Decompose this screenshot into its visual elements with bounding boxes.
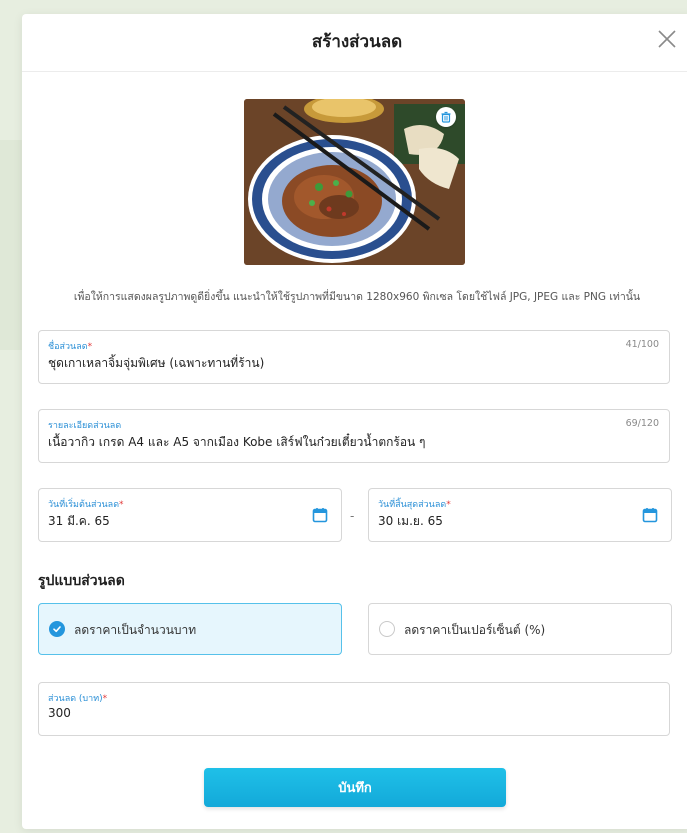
required-mark: * [87,342,93,352]
modal-title: สร้างส่วนลด [311,32,403,52]
discount-name-value[interactable]: ชุดเกาเหลาจิ้มจุ่มพิเศษ (เฉพาะทานที่ร้าน… [48,354,264,373]
create-discount-modal: สร้างส่วนลด เพื่อให้การแสดงผลรูปภาพดูดีย… [22,14,687,829]
food-photo [244,99,465,265]
calendar-icon[interactable] [642,507,658,523]
trash-icon [441,111,451,123]
discount-name-label: ชื่อส่วนลด* [48,342,93,352]
discount-amount-label: ส่วนลด (บาท)* [48,694,108,704]
start-date-value[interactable]: 31 มี.ค. 65 [48,512,110,531]
discount-description-field[interactable]: รายละเอียดส่วนลด 69/120 เนื้อวากิว เกรด … [38,409,670,463]
required-mark: * [119,500,124,510]
end-date-label: วันที่สิ้นสุดส่วนลด* [378,500,451,510]
required-mark: * [446,500,451,510]
option-discount-percent[interactable]: ลดราคาเป็นเปอร์เซ็นต์ (%) [368,603,672,655]
end-date-value[interactable]: 30 เม.ย. 65 [378,512,443,531]
end-date-field[interactable]: วันที่สิ้นสุดส่วนลด* 30 เม.ย. 65 [368,488,672,542]
calendar-icon[interactable] [312,507,328,523]
discount-description-label: รายละเอียดส่วนลด [48,421,122,431]
radio-selected[interactable] [49,621,65,637]
delete-image-button[interactable] [436,107,456,127]
discount-amount-field[interactable]: ส่วนลด (บาท)* 300 [38,682,670,736]
option-discount-baht[interactable]: ลดราคาเป็นจำนวนบาท [38,603,342,655]
close-icon [658,30,676,48]
discount-description-char-count: 69/120 [625,418,659,429]
close-button[interactable] [656,28,678,50]
discount-name-char-count: 41/100 [625,339,659,350]
discount-description-value[interactable]: เนื้อวากิว เกรด A4 และ A5 จากเมือง Kobe … [48,433,426,452]
check-icon [53,626,61,633]
modal-header: สร้างส่วนลด [22,14,687,72]
date-range-separator: - [350,509,355,523]
discount-name-field[interactable]: ชื่อส่วนลด* 41/100 ชุดเกาเหลาจิ้มจุ่มพิเ… [38,330,670,384]
discount-amount-value[interactable]: 300 [48,706,71,720]
image-size-hint: เพื่อให้การแสดงผลรูปภาพดูดียิ่งขึ้น แนะน… [73,291,641,303]
save-button[interactable]: บันทึก [204,768,506,807]
discount-type-title: รูปแบบส่วนลด [38,573,125,589]
option-discount-percent-label: ลดราคาเป็นเปอร์เซ็นต์ (%) [404,623,546,637]
start-date-field[interactable]: วันที่เริ่มต้นส่วนลด* 31 มี.ค. 65 [38,488,342,542]
radio-unselected[interactable] [379,621,395,637]
start-date-label: วันที่เริ่มต้นส่วนลด* [48,500,124,510]
option-discount-baht-label: ลดราคาเป็นจำนวนบาท [74,623,197,637]
required-mark: * [102,694,108,704]
discount-image [244,99,465,265]
